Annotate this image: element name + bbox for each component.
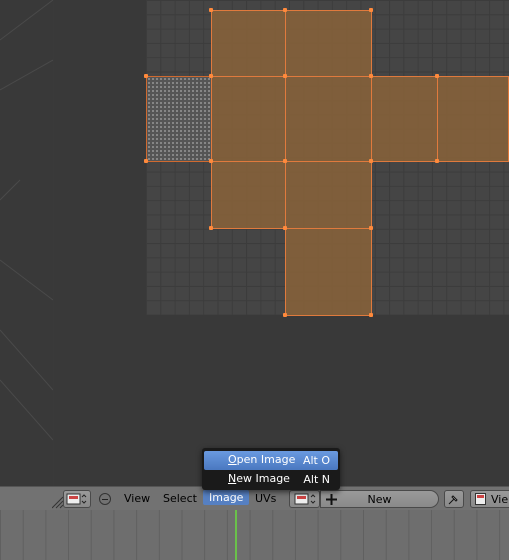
uv-face[interactable] bbox=[285, 228, 372, 316]
new-image-button[interactable]: New bbox=[320, 490, 439, 508]
uv-vertex[interactable] bbox=[144, 159, 148, 163]
uv-vertex[interactable] bbox=[283, 313, 287, 317]
new-image-label: ew Image bbox=[236, 472, 290, 485]
uv-vertex[interactable] bbox=[209, 226, 213, 230]
open-image-label: pen Image bbox=[236, 453, 296, 466]
menu-item-open-image[interactable]: Open Image Alt O bbox=[204, 451, 338, 470]
editor-type-icon bbox=[66, 493, 87, 505]
open-image-shortcut: Alt O bbox=[302, 454, 330, 467]
uv-face[interactable] bbox=[285, 10, 372, 77]
editor-type-button[interactable] bbox=[63, 490, 91, 508]
menu-image[interactable]: Image bbox=[203, 490, 250, 505]
uv-vertex[interactable] bbox=[369, 159, 373, 163]
menu-item-new-image[interactable]: New Image Alt N bbox=[204, 470, 338, 489]
uv-vertex[interactable] bbox=[209, 74, 213, 78]
uv-vertex[interactable] bbox=[283, 159, 287, 163]
uv-face[interactable] bbox=[285, 161, 372, 229]
view-icon bbox=[475, 493, 486, 505]
menu-uvs[interactable]: UVs bbox=[255, 492, 276, 505]
image-menu-dropdown: Open Image Alt O New Image Alt N bbox=[202, 448, 340, 490]
uv-vertex[interactable] bbox=[283, 74, 287, 78]
uv-vertex[interactable] bbox=[369, 74, 373, 78]
timeline-area[interactable] bbox=[0, 510, 509, 560]
image-browse-icon bbox=[294, 493, 315, 505]
uv-face[interactable] bbox=[211, 161, 286, 229]
view-mode-dropdown[interactable]: Vie bbox=[470, 490, 509, 508]
viewport-grid-lines bbox=[0, 0, 53, 441]
new-button-label: New bbox=[367, 492, 392, 506]
menu-select[interactable]: Select bbox=[163, 492, 197, 505]
pin-button[interactable] bbox=[444, 490, 464, 508]
uv-face[interactable] bbox=[211, 76, 286, 162]
current-frame-indicator[interactable] bbox=[235, 510, 237, 560]
add-icon bbox=[326, 494, 337, 505]
uv-vertex[interactable] bbox=[435, 159, 439, 163]
uv-vertex[interactable] bbox=[209, 8, 213, 12]
uv-face[interactable] bbox=[371, 76, 438, 162]
view-mode-label: Vie bbox=[491, 493, 509, 506]
open-image-mnemonic: O bbox=[228, 453, 237, 466]
collapse-menus-button[interactable] bbox=[99, 493, 111, 505]
uv-face[interactable] bbox=[211, 10, 286, 77]
image-browse-button[interactable] bbox=[289, 490, 320, 508]
menu-view[interactable]: View bbox=[124, 492, 150, 505]
uv-vertex[interactable] bbox=[283, 8, 287, 12]
uv-face-unmapped[interactable] bbox=[146, 76, 212, 162]
uv-vertex[interactable] bbox=[435, 74, 439, 78]
new-image-shortcut: Alt N bbox=[303, 473, 330, 486]
collapse-icon bbox=[102, 498, 108, 500]
uv-vertex[interactable] bbox=[209, 159, 213, 163]
uv-face[interactable] bbox=[285, 76, 372, 162]
uv-vertex[interactable] bbox=[283, 226, 287, 230]
uv-vertex[interactable] bbox=[144, 74, 148, 78]
uv-vertex[interactable] bbox=[369, 313, 373, 317]
left-viewport[interactable] bbox=[0, 0, 53, 486]
uv-vertex[interactable] bbox=[369, 226, 373, 230]
pin-icon bbox=[448, 495, 458, 505]
uv-face[interactable] bbox=[437, 76, 509, 162]
uv-vertex[interactable] bbox=[369, 8, 373, 12]
new-image-mnemonic: N bbox=[228, 472, 237, 485]
